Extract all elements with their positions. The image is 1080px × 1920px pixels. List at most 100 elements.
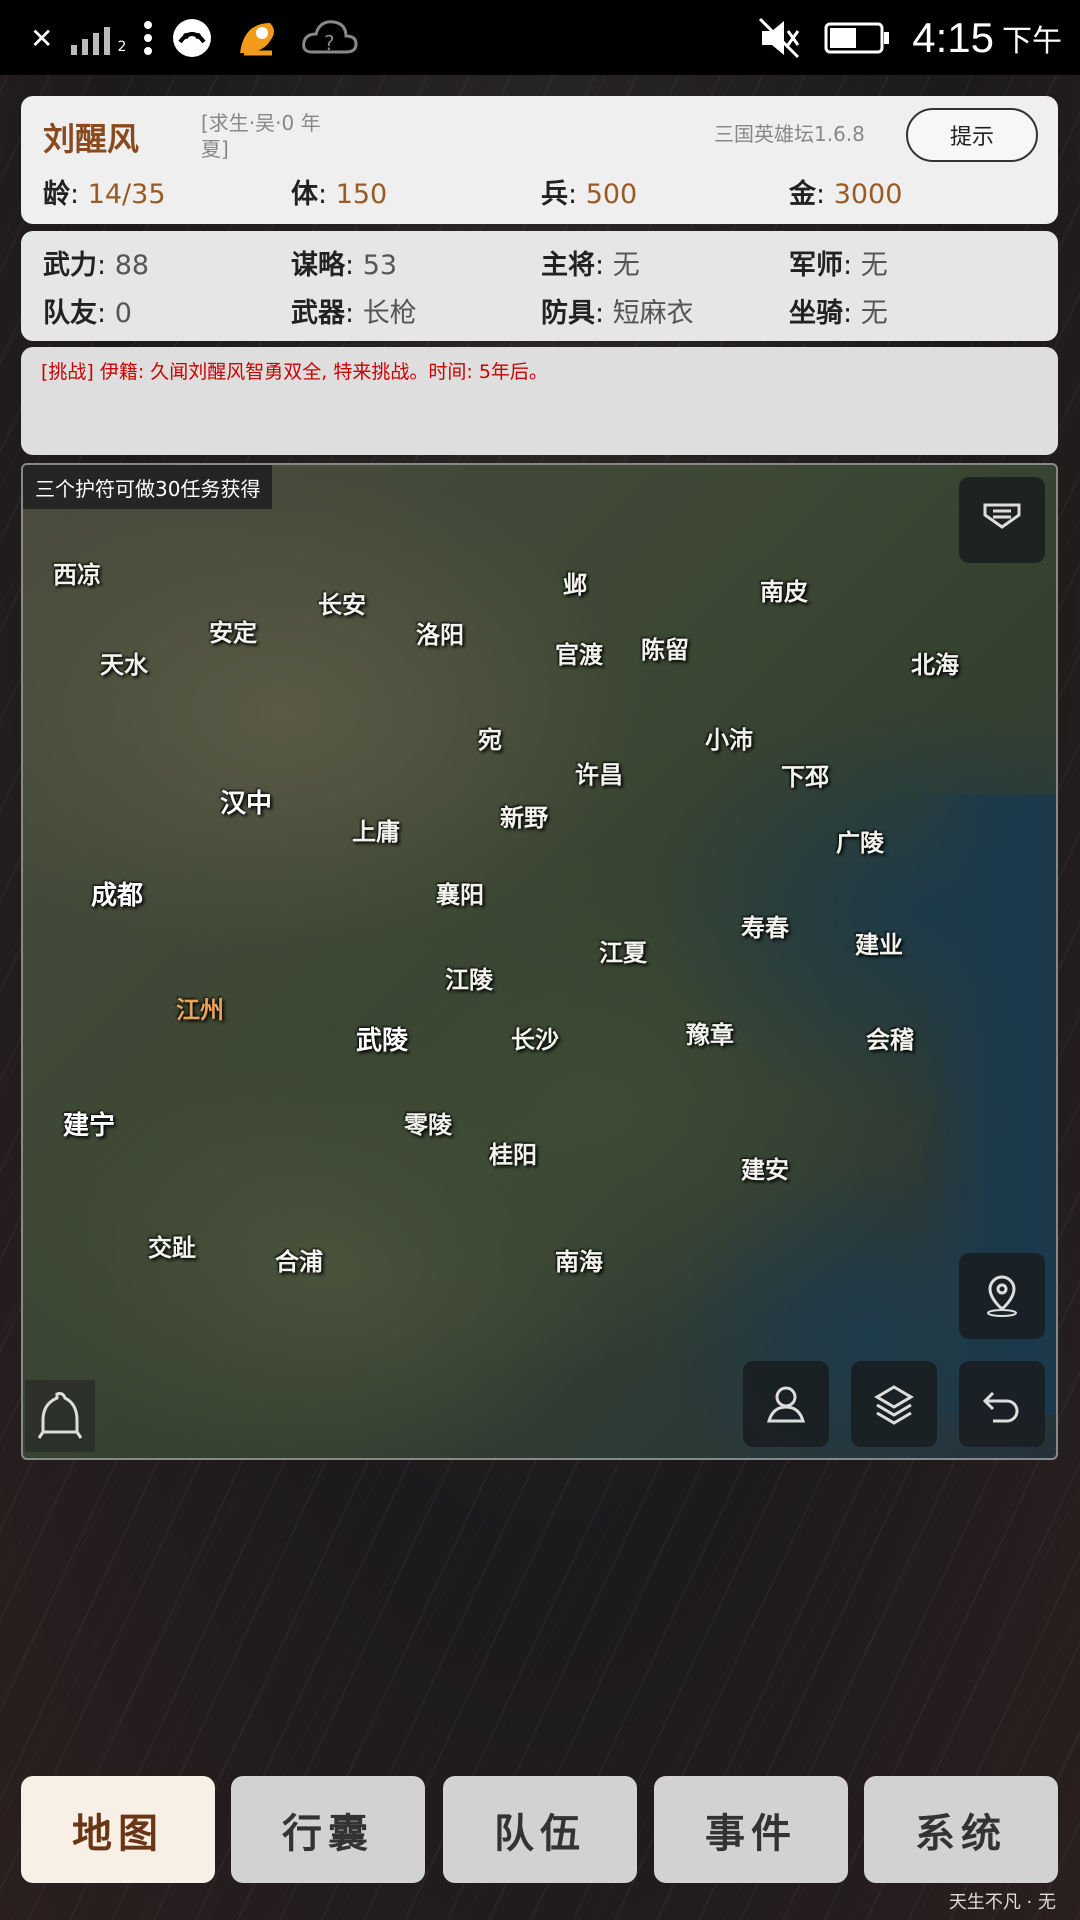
city-lingling[interactable]: 零陵 — [404, 1105, 452, 1140]
city-anding[interactable]: 安定 — [209, 613, 257, 648]
city-jianye[interactable]: 建业 — [855, 925, 903, 960]
city-guangling[interactable]: 广陵 — [836, 823, 884, 858]
attr-label: 武器 — [291, 298, 345, 329]
tab-bag[interactable]: 行囊 — [231, 1776, 425, 1883]
city-jianan[interactable]: 建安 — [741, 1150, 789, 1185]
attr-value: 无 — [860, 250, 888, 281]
city-jianning[interactable]: 建宁 — [63, 1105, 115, 1142]
game-version: 三国英雄坛1.6.8 — [714, 122, 865, 146]
people-button[interactable] — [743, 1361, 829, 1447]
city-changan[interactable]: 长安 — [318, 585, 366, 620]
clock-time: 4:15 — [912, 14, 994, 61]
stat-age: 龄: 14/35 — [43, 179, 166, 210]
city-xuchang[interactable]: 许昌 — [575, 755, 623, 790]
city-hepu[interactable]: 合浦 — [275, 1242, 323, 1277]
city-wuling[interactable]: 武陵 — [356, 1020, 408, 1057]
layers-icon — [874, 1385, 914, 1425]
map-banner: 三个护符可做30任务获得 — [23, 465, 273, 509]
chat-app-icon — [173, 19, 212, 57]
svg-text:?: ? — [324, 31, 335, 55]
city-kuaiji[interactable]: 会稽 — [866, 1020, 914, 1055]
city-yuzhang[interactable]: 豫章 — [686, 1015, 734, 1050]
battery-icon — [824, 22, 890, 54]
locate-button[interactable] — [959, 1253, 1045, 1339]
city-ye[interactable]: 邺 — [563, 565, 587, 600]
hint-button[interactable]: 提示 — [906, 108, 1038, 162]
character-name: 刘醒风 — [43, 120, 140, 158]
attr-force: 武力: 88 — [43, 250, 150, 281]
attr-label: 主将 — [541, 250, 595, 281]
attr-value: 长枪 — [362, 298, 417, 329]
city-hanzhong[interactable]: 汉中 — [220, 783, 272, 820]
city-tianshui[interactable]: 天水 — [100, 645, 148, 680]
city-shangyong[interactable]: 上庸 — [352, 812, 400, 847]
world-map[interactable]: 三个护符可做30任务获得 西凉 长安 邺 南皮 安定 洛阳 官渡 陈留 天水 北… — [21, 463, 1058, 1460]
bell-button[interactable] — [25, 1380, 95, 1452]
stat-troops: 兵: 500 — [541, 179, 638, 210]
attr-label: 谋略 — [291, 250, 345, 281]
bottom-nav: 地图 行囊 队伍 事件 系统 — [21, 1776, 1058, 1884]
city-nanhai[interactable]: 南海 — [555, 1242, 603, 1277]
layers-button[interactable] — [851, 1361, 937, 1447]
attr-weapon: 武器: 长枪 — [291, 298, 417, 329]
more-dots-icon — [144, 21, 153, 55]
tab-team[interactable]: 队伍 — [443, 1776, 637, 1883]
tab-system[interactable]: 系统 — [864, 1776, 1058, 1883]
city-shouchun[interactable]: 寿春 — [741, 908, 789, 943]
city-guandu[interactable]: 官渡 — [555, 635, 603, 670]
mute-icon — [759, 17, 800, 59]
stat-value: 150 — [335, 179, 388, 210]
stat-value: 500 — [585, 179, 638, 210]
stat-value: 14/35 — [87, 179, 166, 210]
stat-label: 兵 — [541, 179, 568, 210]
city-jiaozhi[interactable]: 交趾 — [148, 1228, 196, 1263]
stat-stamina: 体: 150 — [291, 179, 388, 210]
filter-list-icon — [983, 503, 1021, 529]
character-header-panel: 刘醒风 [求生·吴·0 年 夏] 三国英雄坛1.6.8 提示 龄: 14/35 … — [21, 96, 1058, 224]
footer-text: 天生不凡 · 无 — [948, 1892, 1056, 1913]
city-wan[interactable]: 宛 — [478, 720, 502, 755]
city-chengdu[interactable]: 成都 — [91, 875, 143, 912]
attr-value: 短麻衣 — [612, 298, 694, 329]
stat-value: 3000 — [833, 179, 903, 210]
city-chenliu[interactable]: 陈留 — [641, 630, 689, 665]
location-pin-icon — [987, 1275, 1017, 1317]
attr-value: 无 — [612, 250, 640, 281]
status-bar: ✕ 2 ? 4:15 下午 — [0, 0, 1080, 75]
bell-icon — [37, 1392, 83, 1439]
city-xinye[interactable]: 新野 — [500, 798, 548, 833]
attr-advisor: 军师: 无 — [789, 250, 888, 281]
tab-map[interactable]: 地图 — [21, 1776, 215, 1883]
clock-ampm: 下午 — [1002, 24, 1062, 59]
no-signal-x-icon: ✕ — [30, 21, 54, 55]
stat-gold: 金: 3000 — [789, 179, 903, 210]
map-filter-button[interactable] — [959, 477, 1045, 563]
city-jiangxia[interactable]: 江夏 — [599, 933, 647, 968]
message-panel: [挑战] 伊籍: 久闻刘醒风智勇双全, 特来挑战。时间: 5年后。 — [21, 347, 1058, 455]
city-xiaopei[interactable]: 小沛 — [705, 720, 753, 755]
season-label: [求生·吴·0 年 夏] — [201, 111, 321, 161]
city-xiliang[interactable]: 西凉 — [53, 555, 101, 590]
attr-general: 主将: 无 — [541, 250, 640, 281]
attr-label: 队友 — [43, 298, 97, 329]
city-guiyang[interactable]: 桂阳 — [489, 1135, 537, 1170]
city-changsha[interactable]: 长沙 — [511, 1020, 559, 1055]
attr-value: 88 — [114, 250, 150, 281]
people-icon — [767, 1386, 805, 1423]
attr-label: 防具 — [541, 298, 595, 329]
stat-label: 体 — [291, 179, 318, 210]
city-xiangyang[interactable]: 襄阳 — [436, 875, 484, 910]
city-nanpi[interactable]: 南皮 — [760, 572, 808, 607]
attr-teammates: 队友: 0 — [43, 298, 132, 329]
city-luoyang[interactable]: 洛阳 — [416, 615, 464, 650]
signal-label: 2 — [117, 39, 127, 55]
city-xiapi[interactable]: 下邳 — [781, 757, 829, 792]
undo-arrow-icon — [982, 1391, 1019, 1423]
tab-events[interactable]: 事件 — [654, 1776, 848, 1883]
back-button[interactable] — [959, 1361, 1045, 1447]
city-jiangzhou-selected[interactable]: 江州 — [176, 990, 224, 1025]
city-jiangling[interactable]: 江陵 — [445, 960, 493, 995]
city-beihai[interactable]: 北海 — [911, 645, 959, 680]
signal-icon: 2 — [71, 21, 126, 55]
attr-value: 无 — [860, 298, 888, 329]
